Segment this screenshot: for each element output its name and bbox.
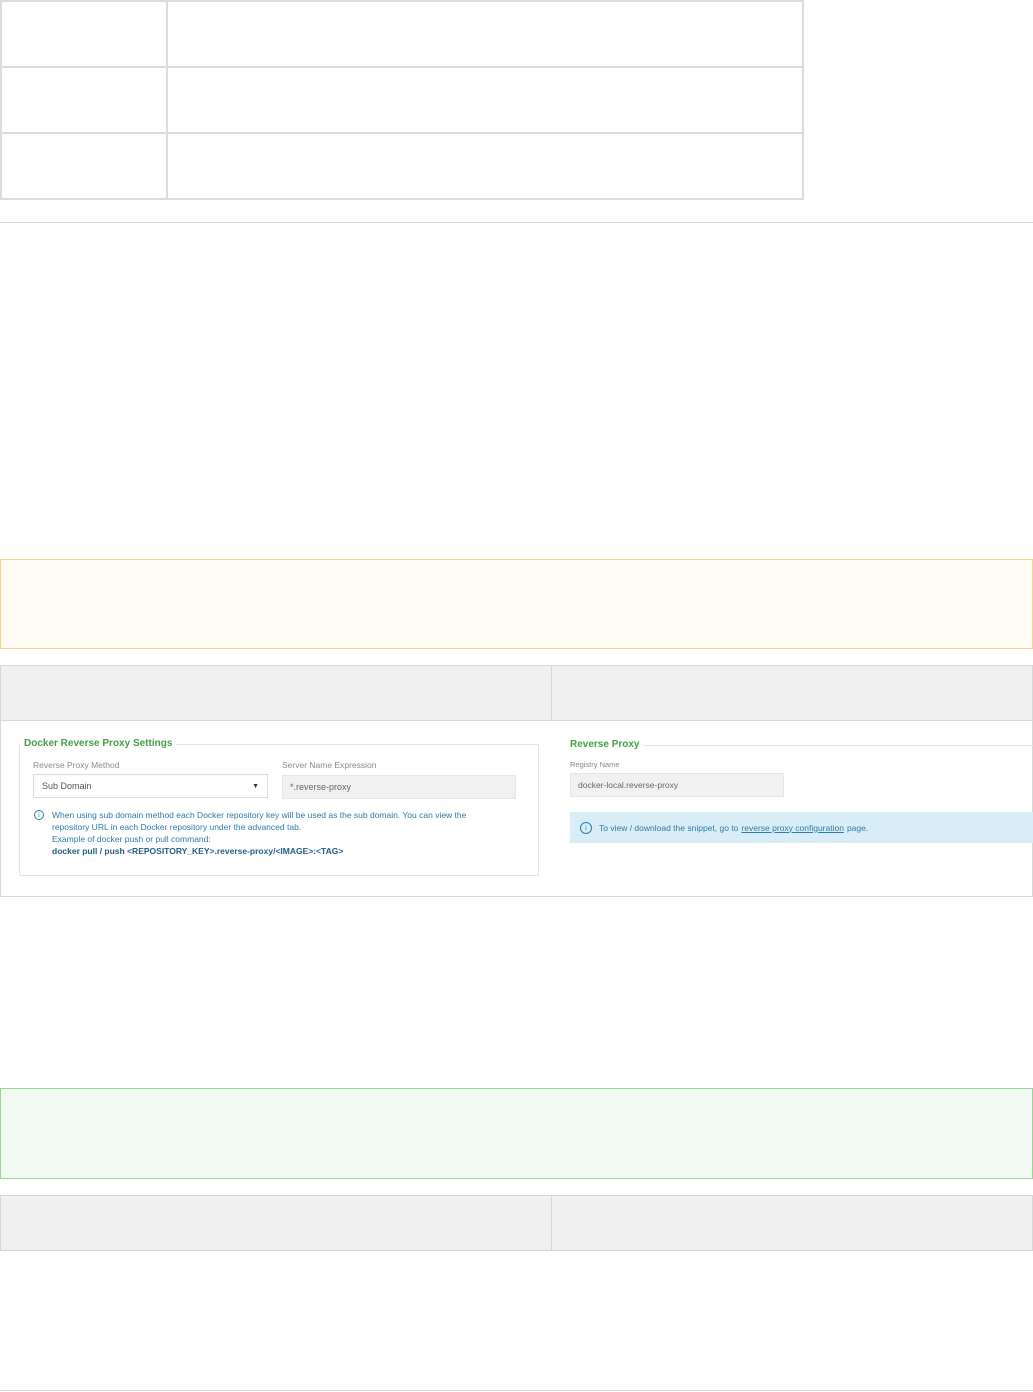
info-circle-icon: i — [580, 821, 592, 834]
registry-name-label: Registry Name — [570, 760, 620, 769]
reverse-proxy-configuration-link[interactable]: reverse proxy configuration — [741, 823, 844, 833]
reverse-proxy-legend: Reverse Proxy — [566, 739, 644, 750]
table-row — [0, 66, 804, 134]
success-panel — [0, 1088, 1033, 1179]
table-header — [0, 665, 1033, 721]
snippet-info-box: i To view / download the snippet, go to … — [570, 812, 1033, 843]
sub-domain-info: When using sub domain method each Docker… — [52, 809, 532, 857]
top-table — [0, 0, 804, 200]
table-header — [0, 1195, 1033, 1251]
table-cell — [0, 66, 168, 134]
server-name-expression-label: Server Name Expression — [282, 760, 377, 770]
info-line: Example of docker push or pull command: — [52, 834, 211, 844]
registry-name-input[interactable]: docker-local.reverse-proxy — [570, 773, 784, 797]
table-row — [0, 132, 804, 200]
warning-panel — [0, 559, 1033, 649]
caret-down-icon: ▼ — [252, 782, 259, 790]
table-cell — [166, 66, 804, 134]
info-circle-icon: i — [34, 810, 44, 820]
table-cell — [166, 132, 804, 200]
reverse-proxy-method-select[interactable]: Sub Domain ▼ — [33, 774, 268, 798]
reverse-proxy-method-value: Sub Domain — [42, 781, 92, 791]
reverse-proxy-method-label: Reverse Proxy Method — [33, 760, 120, 770]
snippet-info-suffix: page. — [846, 822, 869, 833]
info-line: repository URL in each Docker repository… — [52, 822, 302, 832]
table-cell — [0, 132, 168, 200]
docker-command-example: docker pull / push <REPOSITORY_KEY>.reve… — [52, 846, 344, 856]
bottom-divider — [0, 1390, 1033, 1391]
snippet-info-prefix: To view / download the snippet, go to — [599, 822, 739, 833]
table-cell — [166, 0, 804, 68]
docker-settings-legend: Docker Reverse Proxy Settings — [20, 738, 177, 749]
column-divider — [551, 1195, 552, 1251]
table-cell — [0, 0, 168, 68]
server-name-expression-input[interactable]: *.reverse-proxy — [282, 775, 516, 799]
info-line: When using sub domain method each Docker… — [52, 810, 467, 820]
table-row — [0, 0, 804, 68]
section-divider — [0, 222, 1033, 223]
